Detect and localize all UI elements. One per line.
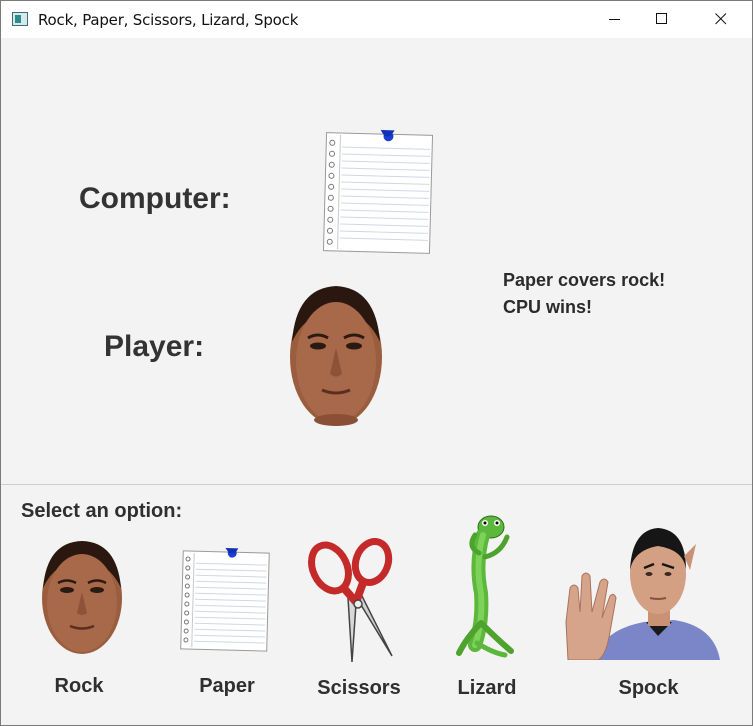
option-spock-button[interactable]: [554, 526, 721, 661]
minimize-button[interactable]: [593, 1, 639, 38]
section-divider: [1, 484, 752, 485]
app-icon: [12, 12, 28, 26]
paper-notepad-image: [180, 547, 270, 652]
computer-label: Computer:: [79, 182, 231, 215]
option-paper-label: Paper: [199, 675, 255, 697]
option-spock-label: Spock: [618, 677, 679, 699]
scissors-image: [308, 538, 393, 663]
select-option-label: Select an option:: [21, 500, 183, 522]
spock-image: [565, 528, 720, 661]
close-icon: [715, 13, 727, 25]
rock-face-image: [42, 541, 122, 654]
maximize-icon: [656, 13, 667, 24]
option-rock-button[interactable]: [39, 538, 125, 656]
result-text-line1: Paper covers rock!: [503, 270, 666, 290]
option-scissors-label: Scissors: [317, 677, 401, 699]
maximize-button[interactable]: [640, 1, 686, 38]
game-window: Rock, Paper, Scissors, Lizard, Spock Com…: [0, 0, 753, 726]
option-lizard-label: Lizard: [457, 677, 517, 699]
player-choice-rock-image: [290, 286, 382, 426]
minimize-icon: [609, 19, 620, 20]
title-bar[interactable]: Rock, Paper, Scissors, Lizard, Spock: [1, 1, 752, 38]
option-lizard-button[interactable]: [453, 513, 517, 659]
gecko-lizard-image: [456, 515, 514, 658]
computer-choice-paper-image: [322, 130, 434, 254]
result-text-line2: CPU wins!: [503, 297, 593, 317]
window-title: Rock, Paper, Scissors, Lizard, Spock: [38, 11, 299, 29]
player-label: Player:: [104, 330, 205, 363]
option-paper-button[interactable]: [179, 546, 271, 654]
option-scissors-button[interactable]: [306, 538, 394, 664]
close-button[interactable]: [699, 1, 745, 38]
option-rock-label: Rock: [54, 675, 104, 697]
